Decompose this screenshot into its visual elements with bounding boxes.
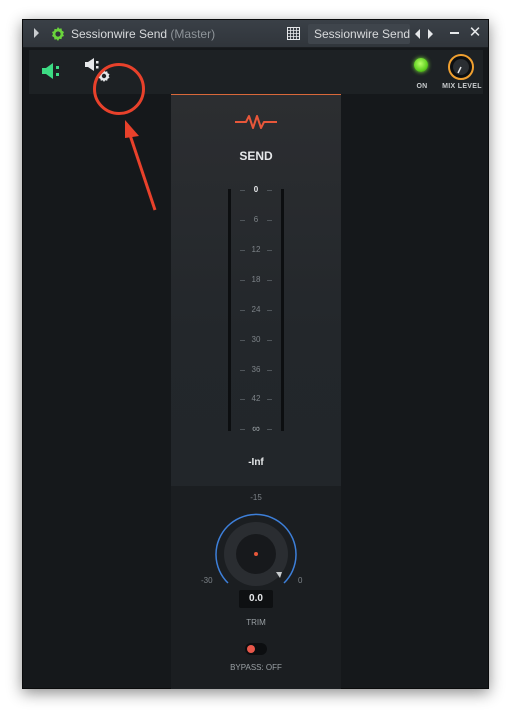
meter-tick: 24 xyxy=(238,304,274,316)
plugin-window: Sessionwire Send (Master) Sessionwire Se… xyxy=(22,19,489,689)
window-title: Sessionwire Send (Master) xyxy=(71,27,215,41)
trim-scale-top: -15 xyxy=(250,493,262,502)
trim-scale-max: 0 xyxy=(298,576,303,585)
meter-tick: 12 xyxy=(238,244,274,256)
meter-tick: 42 xyxy=(238,393,274,405)
preset-dropdown[interactable]: Sessionwire Send xyxy=(308,24,410,44)
grid-icon[interactable] xyxy=(287,27,300,40)
meter-tick: 18 xyxy=(238,274,274,286)
gear-icon[interactable] xyxy=(50,26,66,42)
trim-label: TRIM xyxy=(246,618,266,627)
meter-tick: 6 xyxy=(238,214,274,226)
send-title: SEND xyxy=(239,149,273,163)
collapse-arrow-icon[interactable] xyxy=(34,28,39,38)
sessionwire-logo-icon xyxy=(235,115,277,129)
trim-scale-min: -30 xyxy=(201,576,213,585)
bypass-toggle-dot xyxy=(247,645,255,653)
channel-name: (Master) xyxy=(170,27,216,41)
minimize-icon[interactable] xyxy=(450,32,459,34)
plugin-name: Sessionwire Send xyxy=(71,27,168,41)
mix-level-knob[interactable] xyxy=(448,54,474,80)
level-meter-right xyxy=(281,189,284,431)
trim-value-field[interactable]: 0.0 xyxy=(239,590,273,608)
meter-tick: 30 xyxy=(238,334,274,346)
close-icon[interactable]: ✕ xyxy=(468,25,482,40)
meter-tick: 36 xyxy=(238,364,274,376)
level-meter-left xyxy=(228,189,231,431)
bypass-label: BYPASS: OFF xyxy=(230,663,282,672)
meter-tick: 0 xyxy=(238,184,274,196)
on-led-toggle[interactable] xyxy=(414,58,428,72)
annotation-circle xyxy=(93,63,145,115)
mix-level-label: MIX LEVEL xyxy=(442,83,482,90)
meter-value-readout: -Inf xyxy=(248,457,264,468)
annotation-arrow-icon xyxy=(125,120,157,211)
send-speaker-icon[interactable] xyxy=(41,61,63,81)
trim-knob[interactable] xyxy=(208,504,304,594)
send-panel: SEND 0 6 12 18 24 30 36 42 ∞ -Inf -15 -3… xyxy=(171,94,341,689)
on-label: ON xyxy=(416,83,428,90)
next-arrow-icon[interactable] xyxy=(428,29,433,39)
prev-arrow-icon[interactable] xyxy=(415,29,420,39)
bypass-toggle[interactable] xyxy=(245,643,267,655)
title-bar: Sessionwire Send (Master) Sessionwire Se… xyxy=(23,20,488,48)
meter-tick: ∞ xyxy=(238,423,274,435)
